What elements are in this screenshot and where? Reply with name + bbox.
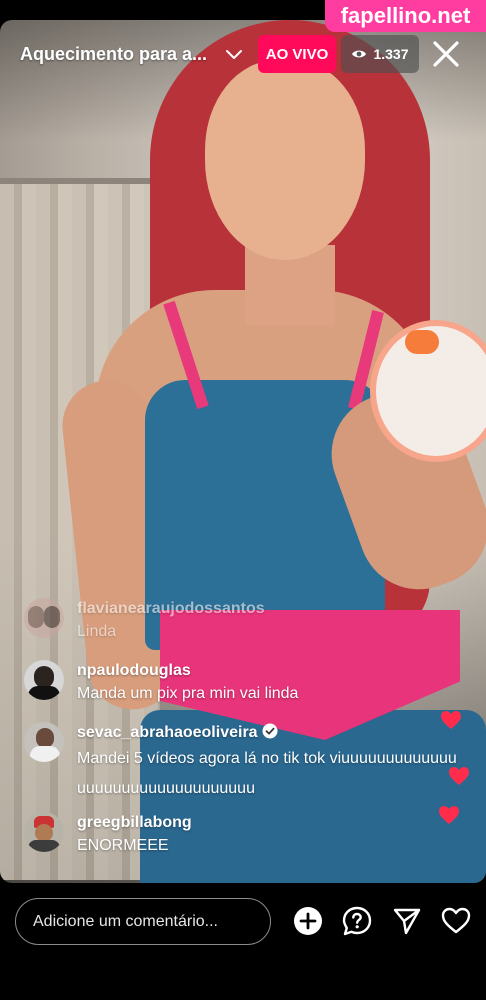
live-title[interactable]: Aquecimento para a... (20, 44, 207, 65)
watermark: fapellino.net (325, 0, 486, 32)
comment-username-text: sevac_abrahaoeoliveira (77, 724, 258, 741)
verified-badge-icon (262, 723, 278, 739)
comment-text: ENORMEEE (77, 837, 169, 854)
floating-heart-icon (441, 711, 461, 729)
comment-item[interactable]: npaulodouglas Manda um pix pra min vai l… (24, 660, 457, 706)
comment-text: Mandei 5 vídeos agora lá no tik tok viuu… (77, 750, 457, 797)
fan-knob (405, 330, 439, 354)
floating-heart-icon (449, 767, 469, 785)
viewer-count-badge[interactable]: 1.337 (341, 35, 419, 73)
chevron-down-icon[interactable] (224, 44, 244, 64)
send-icon[interactable] (392, 906, 422, 936)
avatar[interactable] (24, 598, 64, 638)
curtain-rod (0, 178, 150, 184)
comment-username[interactable]: sevac_abrahaoeoliveira (77, 722, 457, 744)
avatar[interactable] (24, 722, 64, 762)
close-icon[interactable] (430, 38, 462, 70)
eye-icon (352, 50, 367, 58)
floating-heart-icon (439, 806, 459, 824)
comment-item[interactable]: greegbillabong ENORMEEE (24, 812, 457, 858)
comment-input[interactable] (31, 911, 265, 932)
avatar[interactable] (24, 660, 64, 700)
streamer-face (205, 60, 365, 260)
live-label: AO VIVO (265, 45, 329, 63)
comment-text: Manda um pix pra min vai linda (77, 685, 299, 702)
comment-username[interactable]: flavianearaujodossantos (77, 598, 457, 620)
comment-item[interactable]: flavianearaujodossantos Linda (24, 598, 457, 644)
comment-item[interactable]: sevac_abrahaoeoliveira Mandei 5 vídeos a… (24, 722, 457, 804)
comment-text: Linda (77, 623, 117, 640)
avatar[interactable] (24, 812, 64, 852)
comment-username[interactable]: greegbillabong (77, 812, 457, 834)
question-icon[interactable] (342, 906, 372, 936)
viewer-count: 1.337 (373, 46, 409, 62)
heart-icon[interactable] (441, 906, 471, 936)
live-badge: AO VIVO (258, 35, 336, 73)
add-circle-icon[interactable] (293, 906, 323, 936)
comment-username[interactable]: npaulodouglas (77, 660, 457, 682)
comment-field[interactable] (15, 898, 271, 945)
